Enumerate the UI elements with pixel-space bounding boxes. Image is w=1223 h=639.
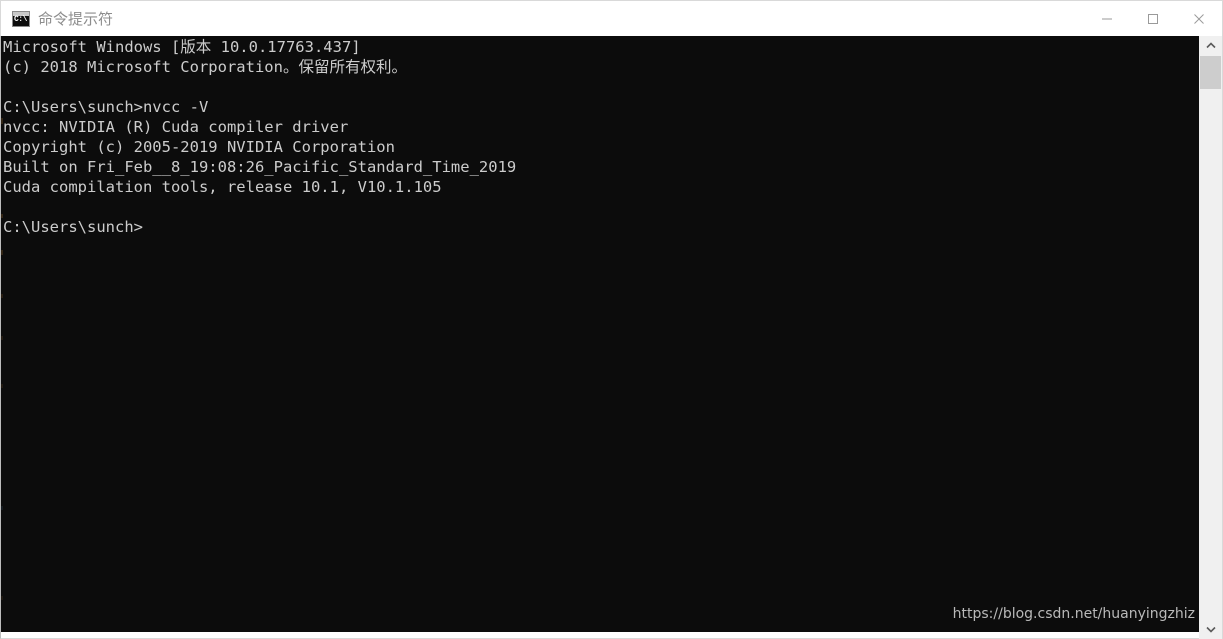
edge-artifact xyxy=(1,250,3,255)
cmd-console-icon: C:\ xyxy=(12,10,30,27)
scroll-down-arrow-icon[interactable] xyxy=(1199,620,1222,639)
watermark-url: https://blog.csdn.net/huanyingzhiz xyxy=(952,606,1195,622)
window-title: 命令提示符 xyxy=(38,9,114,28)
edge-artifact xyxy=(1,294,3,298)
console-output-area[interactable]: Microsoft Windows [版本 10.0.17763.437] (c… xyxy=(0,36,1199,632)
console-text: Microsoft Windows [版本 10.0.17763.437] (c… xyxy=(3,38,517,236)
maximize-button[interactable] xyxy=(1130,1,1176,36)
edge-artifact xyxy=(1,506,3,510)
close-button[interactable] xyxy=(1176,1,1222,36)
command-prompt-window: C:\ 命令提示符 Microsoft Windows [版本 10.0.177… xyxy=(0,0,1223,639)
edge-artifact xyxy=(1,384,3,388)
icon-label: C:\ xyxy=(14,14,27,24)
edge-artifact xyxy=(1,596,3,600)
titlebar[interactable]: C:\ 命令提示符 xyxy=(0,0,1223,36)
edge-artifact xyxy=(1,336,3,340)
scrollbar-thumb[interactable] xyxy=(1200,56,1221,89)
minimize-button[interactable] xyxy=(1084,1,1130,36)
window-bottom-edge xyxy=(0,632,1199,639)
scroll-up-arrow-icon[interactable] xyxy=(1199,36,1222,55)
console-scrollbar[interactable] xyxy=(1199,36,1223,639)
window-controls xyxy=(1084,1,1222,36)
